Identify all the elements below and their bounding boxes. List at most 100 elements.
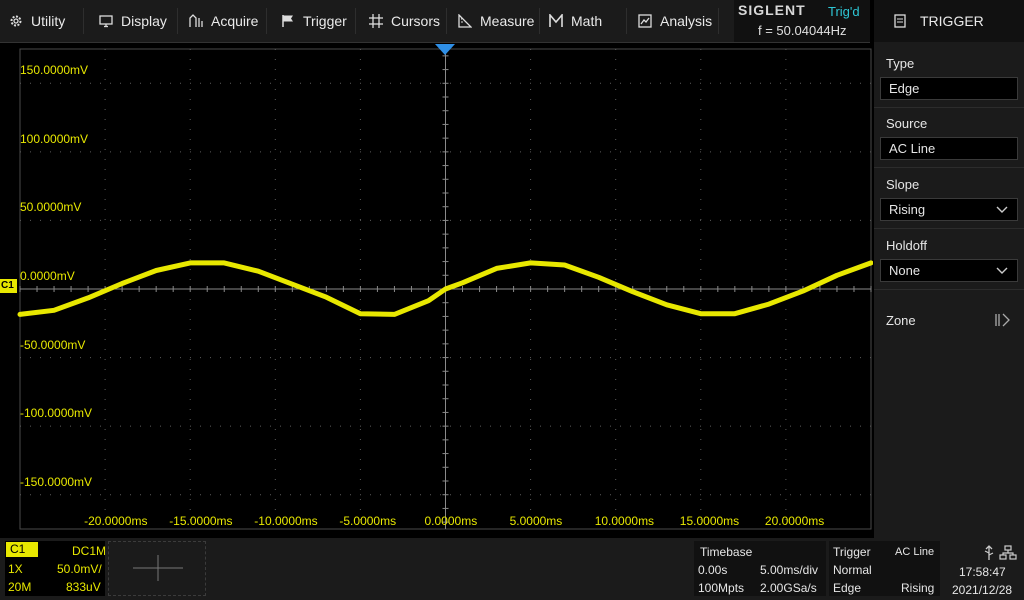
trigger-info-type: Edge: [833, 581, 862, 595]
trigger-slope-value: Rising: [889, 202, 926, 217]
trigger-status-panel: SIGLENT Trig'd f = 50.04044Hz: [734, 0, 870, 42]
y-axis-label: -50.0000mV: [20, 337, 86, 352]
menu-cursors-label: Cursors: [391, 13, 441, 29]
menu-analysis-label: Analysis: [660, 13, 713, 29]
x-axis-label: -5.0000ms: [339, 514, 397, 528]
trigger-source-field[interactable]: AC Line: [880, 137, 1018, 160]
siglent-logo: SIGLENT: [738, 2, 806, 18]
channel1-coupling: DC1M: [72, 544, 107, 558]
trigger-holdoff-select[interactable]: None: [880, 259, 1018, 282]
x-axis-label: 15.0000ms: [679, 514, 740, 528]
trigger-status: Trig'd: [828, 4, 860, 19]
frequency-readout: f = 50.04044Hz: [758, 23, 847, 38]
status-bar: C1 DC1M 1X 50.0mV/ 20M 833uV Timebase 0.…: [0, 538, 1024, 600]
trigger-holdoff-value: None: [889, 263, 921, 278]
trigger-slope-label: Slope: [886, 177, 920, 192]
trigger-zone-item[interactable]: Zone: [874, 291, 1024, 351]
menu-measure[interactable]: Measure: [458, 0, 534, 42]
trigger-panel-header[interactable]: TRIGGER: [874, 0, 1024, 42]
channel1-info[interactable]: C1 DC1M 1X 50.0mV/ 20M 833uV: [5, 541, 107, 596]
add-channel-slot[interactable]: [108, 541, 206, 596]
clock-date: 2021/12/28: [952, 583, 1013, 597]
menu-display[interactable]: Display: [99, 0, 167, 42]
system-clock: 17:58:47 2021/12/28: [944, 541, 1020, 597]
trigger-source-label: Source: [886, 116, 928, 131]
menu-utility-label: Utility: [31, 13, 66, 29]
plus-icon: [133, 555, 183, 581]
graticule: [17, 48, 873, 530]
menu-measure-label: Measure: [480, 13, 535, 29]
trigger-panel-title: TRIGGER: [920, 13, 984, 29]
x-axis-label: 20.0000ms: [764, 514, 825, 528]
channel1-offset: 833uV: [66, 580, 101, 594]
usb-network-icons: [984, 545, 1017, 560]
math-icon: [549, 14, 563, 28]
menu-analysis[interactable]: Analysis: [638, 0, 712, 42]
x-axis-label: 10.0000ms: [594, 514, 655, 528]
menu-trigger-label: Trigger: [303, 13, 347, 29]
trigger-info-title: Trigger: [833, 545, 871, 559]
trigger-type-group: Type Edge: [874, 48, 1024, 108]
trigger-info[interactable]: Trigger AC Line Normal Edge Rising: [829, 541, 940, 596]
analysis-icon: [638, 14, 652, 28]
x-axis-label: -20.0000ms: [84, 514, 148, 528]
clock-time: 17:58:47: [959, 565, 1006, 579]
acquire-icon: [189, 14, 203, 28]
document-icon: [894, 14, 906, 28]
trigger-type-label: Type: [886, 56, 915, 71]
y-axis-label: -100.0000mV: [20, 406, 93, 421]
chevron-down-icon: [996, 267, 1008, 274]
cursors-icon: [369, 14, 383, 28]
y-axis-label: 150.0000mV: [20, 63, 89, 78]
ruler-icon: [458, 14, 472, 28]
channel-offset-marker[interactable]: C1: [0, 279, 17, 293]
channel1-probe: 1X: [8, 562, 23, 576]
x-axis-label: 0.0000ms: [424, 514, 478, 528]
y-axis-label: 0.0000mV: [20, 269, 75, 283]
menu-trigger[interactable]: Trigger: [281, 0, 347, 42]
menu-acquire-label: Acquire: [211, 13, 259, 29]
trigger-position-marker[interactable]: [434, 43, 456, 57]
network-icon: [999, 545, 1017, 560]
trigger-type-field[interactable]: Edge: [880, 77, 1018, 100]
sample-rate: 2.00GSa/s: [760, 581, 817, 595]
trigger-slope-group: Slope Rising: [874, 169, 1024, 229]
y-axis-label: 100.0000mV: [20, 131, 89, 146]
trigger-holdoff-label: Holdoff: [886, 238, 927, 253]
timebase-scale: 5.00ms/div: [760, 563, 819, 577]
zone-arrow-icon: [995, 313, 1010, 327]
memory-depth: 100Mpts: [698, 581, 745, 595]
menu-display-label: Display: [121, 13, 167, 29]
menu-math[interactable]: Math: [549, 0, 602, 42]
menu-acquire[interactable]: Acquire: [189, 0, 258, 42]
trigger-source-group: Source AC Line: [874, 108, 1024, 168]
usb-icon: [984, 545, 994, 560]
trigger-panel: TRIGGER Type Edge Source AC Line Slope R…: [874, 0, 1024, 538]
timebase-info[interactable]: Timebase 0.00s 5.00ms/div 100Mpts 2.00GS…: [694, 541, 826, 596]
menu-utility[interactable]: Utility: [9, 0, 65, 42]
monitor-icon: [99, 14, 113, 28]
menu-math-label: Math: [571, 13, 603, 29]
x-axis-label: 5.0000ms: [509, 514, 563, 528]
waveform-display[interactable]: C1 150.0000mV 100.0000mV 50.0000mV 0.0000mV…: [0, 43, 873, 535]
trigger-holdoff-group: Holdoff None: [874, 230, 1024, 290]
trigger-info-mode: Normal: [833, 563, 872, 577]
trigger-type-value: Edge: [889, 81, 920, 96]
y-axis-label: -150.0000mV: [20, 474, 93, 489]
flag-icon: [281, 14, 295, 28]
channel1-tag: C1: [6, 542, 38, 557]
trigger-info-source: AC Line: [895, 546, 935, 558]
gear-icon: [9, 14, 23, 28]
channel1-scale: 50.0mV/: [57, 562, 102, 576]
trigger-zone-label: Zone: [886, 313, 916, 328]
y-axis-label: 50.0000mV: [20, 200, 82, 215]
menu-cursors[interactable]: Cursors: [369, 0, 440, 42]
trigger-source-value: AC Line: [889, 141, 936, 156]
timebase-delay: 0.00s: [698, 563, 728, 577]
trigger-slope-select[interactable]: Rising: [880, 198, 1018, 221]
x-axis-label: -10.0000ms: [254, 514, 318, 528]
timebase-title: Timebase: [700, 545, 753, 559]
trigger-info-slope: Rising: [901, 581, 935, 595]
channel1-bandwidth: 20M: [8, 580, 32, 594]
chevron-down-icon: [996, 206, 1008, 213]
